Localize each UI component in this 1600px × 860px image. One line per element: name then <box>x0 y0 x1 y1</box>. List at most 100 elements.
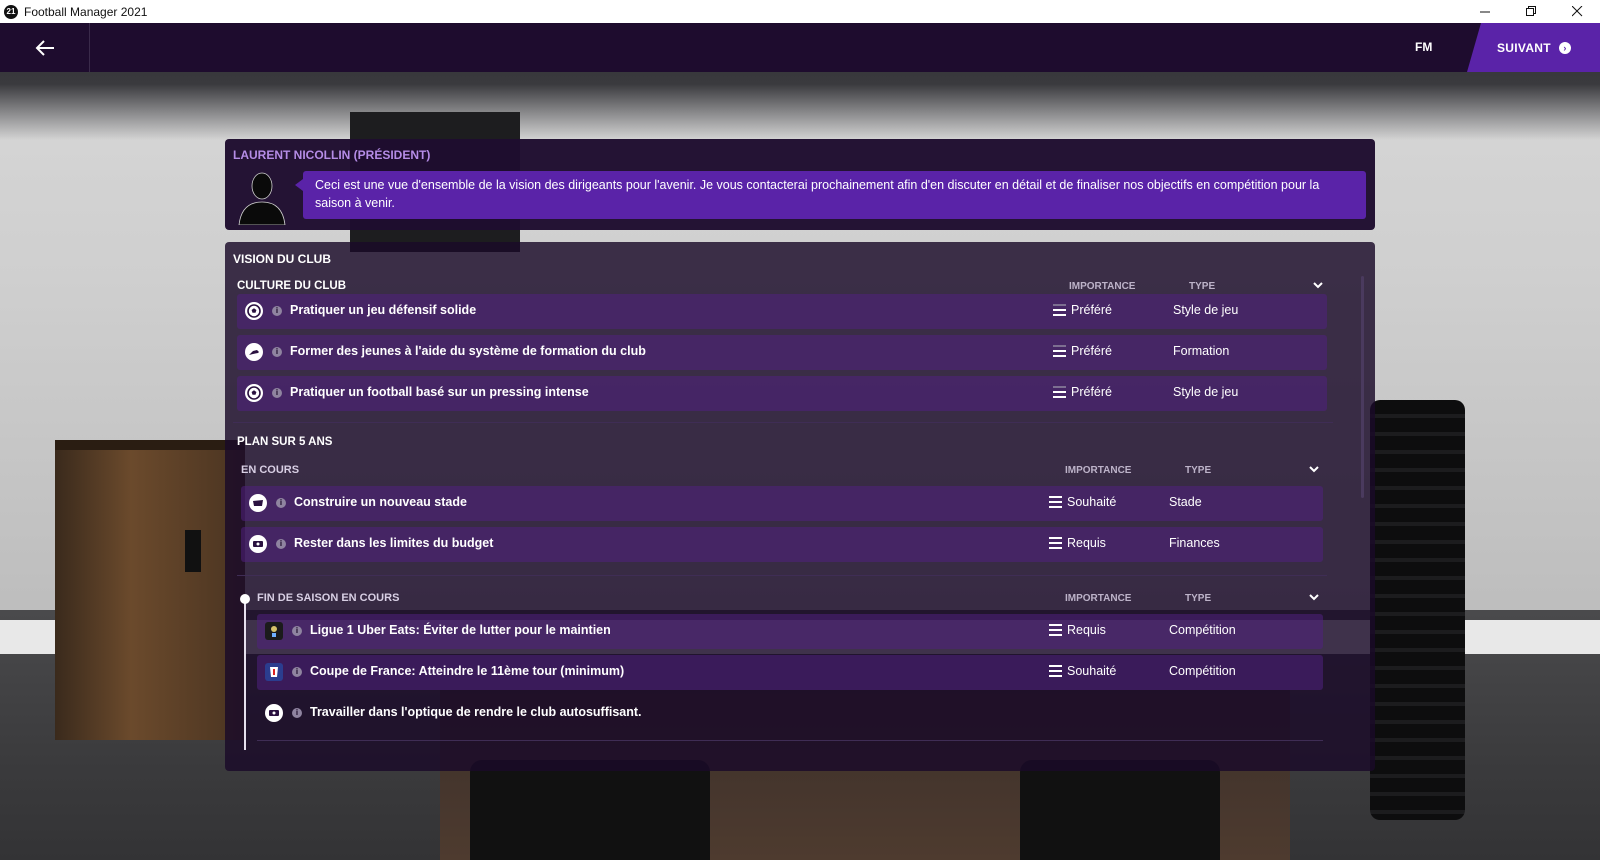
app-logo-icon: 21 <box>4 4 18 19</box>
culture-row[interactable]: i Pratiquer un football basé sur un pres… <box>237 376 1327 411</box>
next-button-label: SUIVANT <box>1497 40 1551 55</box>
info-icon[interactable]: i <box>276 498 286 508</box>
cabinet-handle <box>185 530 201 572</box>
type-value: Style de jeu <box>1173 385 1239 399</box>
season-end-header: FIN DE SAISON EN COURS IMPORTANCE TYPE <box>257 592 1375 610</box>
close-icon[interactable] <box>1554 0 1600 23</box>
objective-label: Pratiquer un football basé sur un pressi… <box>290 385 589 399</box>
info-icon[interactable]: i <box>292 708 302 718</box>
plan-row[interactable]: i Rester dans les limites du budget Requ… <box>241 527 1323 562</box>
importance-cell: Préféré <box>1053 344 1112 358</box>
importance-cell: Souhaité <box>1049 495 1116 509</box>
money-icon <box>265 704 283 722</box>
importance-bars-icon <box>1053 304 1066 316</box>
chevron-right-circle-icon: › <box>1558 41 1571 54</box>
importance-cell: Souhaité <box>1049 664 1116 678</box>
objective-label: Coupe de France: Atteindre le 11ème tour… <box>310 664 625 678</box>
restore-icon[interactable] <box>1508 0 1554 23</box>
objective-label: Pratiquer un jeu défensif solide <box>290 303 477 317</box>
president-name: LAURENT NICOLLIN (PRÉSIDENT) <box>233 148 431 162</box>
plan-title: PLAN SUR 5 ANS <box>237 436 333 448</box>
type-value: Style de jeu <box>1173 303 1239 317</box>
plan-row[interactable]: i Construire un nouveau stade Souhaité S… <box>241 486 1323 521</box>
importance-bars-icon <box>1049 665 1062 677</box>
ligue1-logo-icon <box>265 622 283 640</box>
person-silhouette-icon <box>238 172 286 225</box>
minimize-icon[interactable] <box>1462 0 1508 23</box>
importance-bars-icon <box>1053 386 1066 398</box>
type-value: Stade <box>1169 495 1202 509</box>
chair-back-left <box>470 760 710 860</box>
importance-bars-icon <box>1049 624 1062 636</box>
objective-label: Former des jeunes à l'aide du système de… <box>290 344 646 358</box>
season-end-type-header: TYPE <box>1185 593 1212 604</box>
football-icon <box>245 384 263 402</box>
chevron-down-icon[interactable] <box>1307 462 1321 476</box>
season-end-row[interactable]: i Travailler dans l'optique de rendre le… <box>257 696 1323 731</box>
importance-value: Souhaité <box>1067 495 1117 509</box>
info-icon[interactable]: i <box>272 388 282 398</box>
importance-value: Préféré <box>1071 385 1112 399</box>
window-controls <box>1462 0 1600 23</box>
in-progress-importance-header: IMPORTANCE <box>1065 465 1132 476</box>
objective-label: Rester dans les limites du budget <box>294 536 494 550</box>
type-value: Compétition <box>1169 623 1236 637</box>
culture-title: CULTURE DU CLUB <box>237 280 347 292</box>
type-value: Formation <box>1173 344 1230 358</box>
chevron-down-icon[interactable] <box>1311 278 1325 292</box>
club-vision-panel: VISION DU CLUB CULTURE DU CLUB IMPORTANC… <box>225 242 1375 771</box>
season-end-row[interactable]: i Ligue 1 Uber Eats: Éviter de lutter po… <box>257 614 1323 649</box>
info-icon[interactable]: i <box>272 347 282 357</box>
coupe-de-france-logo-icon <box>265 663 283 681</box>
importance-cell: Préféré <box>1053 303 1112 317</box>
importance-cell: Requis <box>1049 536 1106 550</box>
vision-title: VISION DU CLUB <box>233 252 332 266</box>
season-end-importance-header: IMPORTANCE <box>1065 593 1132 604</box>
president-speech-bubble: Ceci est une vue d'ensemble de la vision… <box>295 171 1366 219</box>
office-chair <box>1370 400 1465 820</box>
importance-bars-icon <box>1049 537 1062 549</box>
culture-type-header: TYPE <box>1189 281 1216 292</box>
importance-cell: Préféré <box>1053 385 1112 399</box>
section-divider <box>233 422 1333 423</box>
section-divider <box>257 740 1323 741</box>
top-navigation-bar: FM SUIVANT › <box>0 23 1600 72</box>
importance-value: Préféré <box>1071 303 1112 317</box>
next-button[interactable]: SUIVANT › <box>1467 23 1600 72</box>
importance-bars-icon <box>1053 345 1066 357</box>
season-end-row[interactable]: i Coupe de France: Atteindre le 11ème to… <box>257 655 1323 690</box>
fm-menu-button[interactable]: FM <box>1415 40 1432 54</box>
section-divider <box>237 575 1327 576</box>
importance-value: Requis <box>1067 536 1106 550</box>
info-icon[interactable]: i <box>292 667 302 677</box>
importance-cell: Requis <box>1049 623 1106 637</box>
importance-bars-icon <box>1049 496 1062 508</box>
info-icon[interactable]: i <box>272 306 282 316</box>
type-value: Finances <box>1169 536 1220 550</box>
objective-label: Construire un nouveau stade <box>294 495 467 509</box>
chevron-down-icon[interactable] <box>1307 590 1321 604</box>
in-progress-title: EN COURS <box>241 464 300 476</box>
objective-label: Ligue 1 Uber Eats: Éviter de lutter pour… <box>310 623 611 637</box>
chair-back-right <box>1020 760 1220 860</box>
cabinet <box>55 440 245 740</box>
objective-label: Travailler dans l'optique de rendre le c… <box>310 705 642 719</box>
football-icon <box>245 302 263 320</box>
in-progress-type-header: TYPE <box>1185 465 1212 476</box>
president-message-card: LAURENT NICOLLIN (PRÉSIDENT) Ceci est un… <box>225 139 1375 230</box>
timeline-dot <box>240 594 250 604</box>
importance-value: Préféré <box>1071 344 1112 358</box>
timeline-line <box>244 600 246 750</box>
back-button[interactable] <box>0 23 90 72</box>
culture-row[interactable]: i Former des jeunes à l'aide du système … <box>237 335 1327 370</box>
boot-icon <box>245 343 263 361</box>
stadium-icon <box>249 494 267 512</box>
importance-value: Requis <box>1067 623 1106 637</box>
culture-row[interactable]: i Pratiquer un jeu défensif solide Préfé… <box>237 294 1327 329</box>
in-progress-header: EN COURS IMPORTANCE TYPE <box>241 464 1375 482</box>
window-title: Football Manager 2021 <box>24 4 148 19</box>
info-icon[interactable]: i <box>292 626 302 636</box>
arrow-left-icon <box>35 39 54 56</box>
info-icon[interactable]: i <box>276 539 286 549</box>
importance-value: Souhaité <box>1067 664 1117 678</box>
